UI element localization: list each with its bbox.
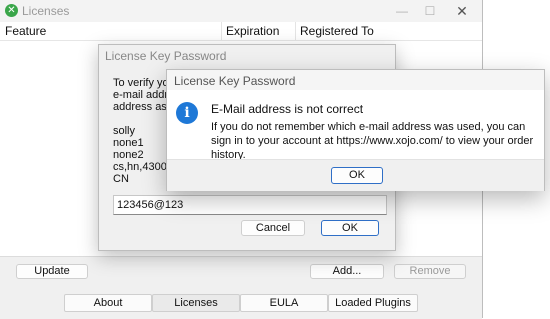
cancel-button[interactable]: Cancel: [241, 220, 305, 236]
license-name: solly: [113, 125, 136, 137]
ok-button[interactable]: OK: [321, 220, 379, 236]
tab-licenses[interactable]: Licenses: [152, 294, 240, 312]
column-divider: [295, 22, 296, 40]
error-message: If you do not remember which e-mail addr…: [211, 121, 534, 161]
minimize-icon[interactable]: —: [388, 2, 416, 20]
column-expiration[interactable]: Expiration: [226, 24, 279, 38]
license-info-line: none1: [113, 137, 144, 149]
column-divider: [221, 22, 222, 40]
license-list-header: Feature Expiration Registered To: [0, 22, 482, 41]
title-bar: ✕ Licenses — ☐ ✕: [0, 0, 482, 23]
license-country: CN: [113, 173, 129, 185]
error-heading: E-Mail address is not correct: [211, 102, 364, 116]
close-icon[interactable]: ✕: [448, 2, 476, 20]
tab-about[interactable]: About: [64, 294, 152, 312]
error-dialog-title-bar: License Key Password: [167, 70, 544, 90]
add-button[interactable]: Add...: [310, 264, 384, 279]
column-registered-to[interactable]: Registered To: [300, 24, 374, 38]
email-field[interactable]: 123456@123: [113, 195, 387, 215]
error-dialog-title: License Key Password: [174, 74, 296, 88]
tab-loaded-plugins[interactable]: Loaded Plugins: [328, 294, 418, 312]
dialog-title: License Key Password: [105, 49, 227, 63]
update-button[interactable]: Update: [16, 264, 88, 279]
ok-button[interactable]: OK: [331, 167, 383, 184]
remove-button[interactable]: Remove: [394, 264, 466, 279]
app-logo-icon: ✕: [5, 4, 18, 17]
tab-eula[interactable]: EULA: [240, 294, 328, 312]
maximize-icon[interactable]: ☐: [416, 2, 444, 20]
error-dialog-footer: OK: [167, 159, 544, 191]
info-icon: i: [176, 102, 198, 124]
email-error-dialog: License Key Password i E-Mail address is…: [166, 69, 545, 191]
column-feature[interactable]: Feature: [5, 24, 46, 38]
window-title: Licenses: [22, 4, 70, 18]
license-info-line: none2: [113, 149, 144, 161]
